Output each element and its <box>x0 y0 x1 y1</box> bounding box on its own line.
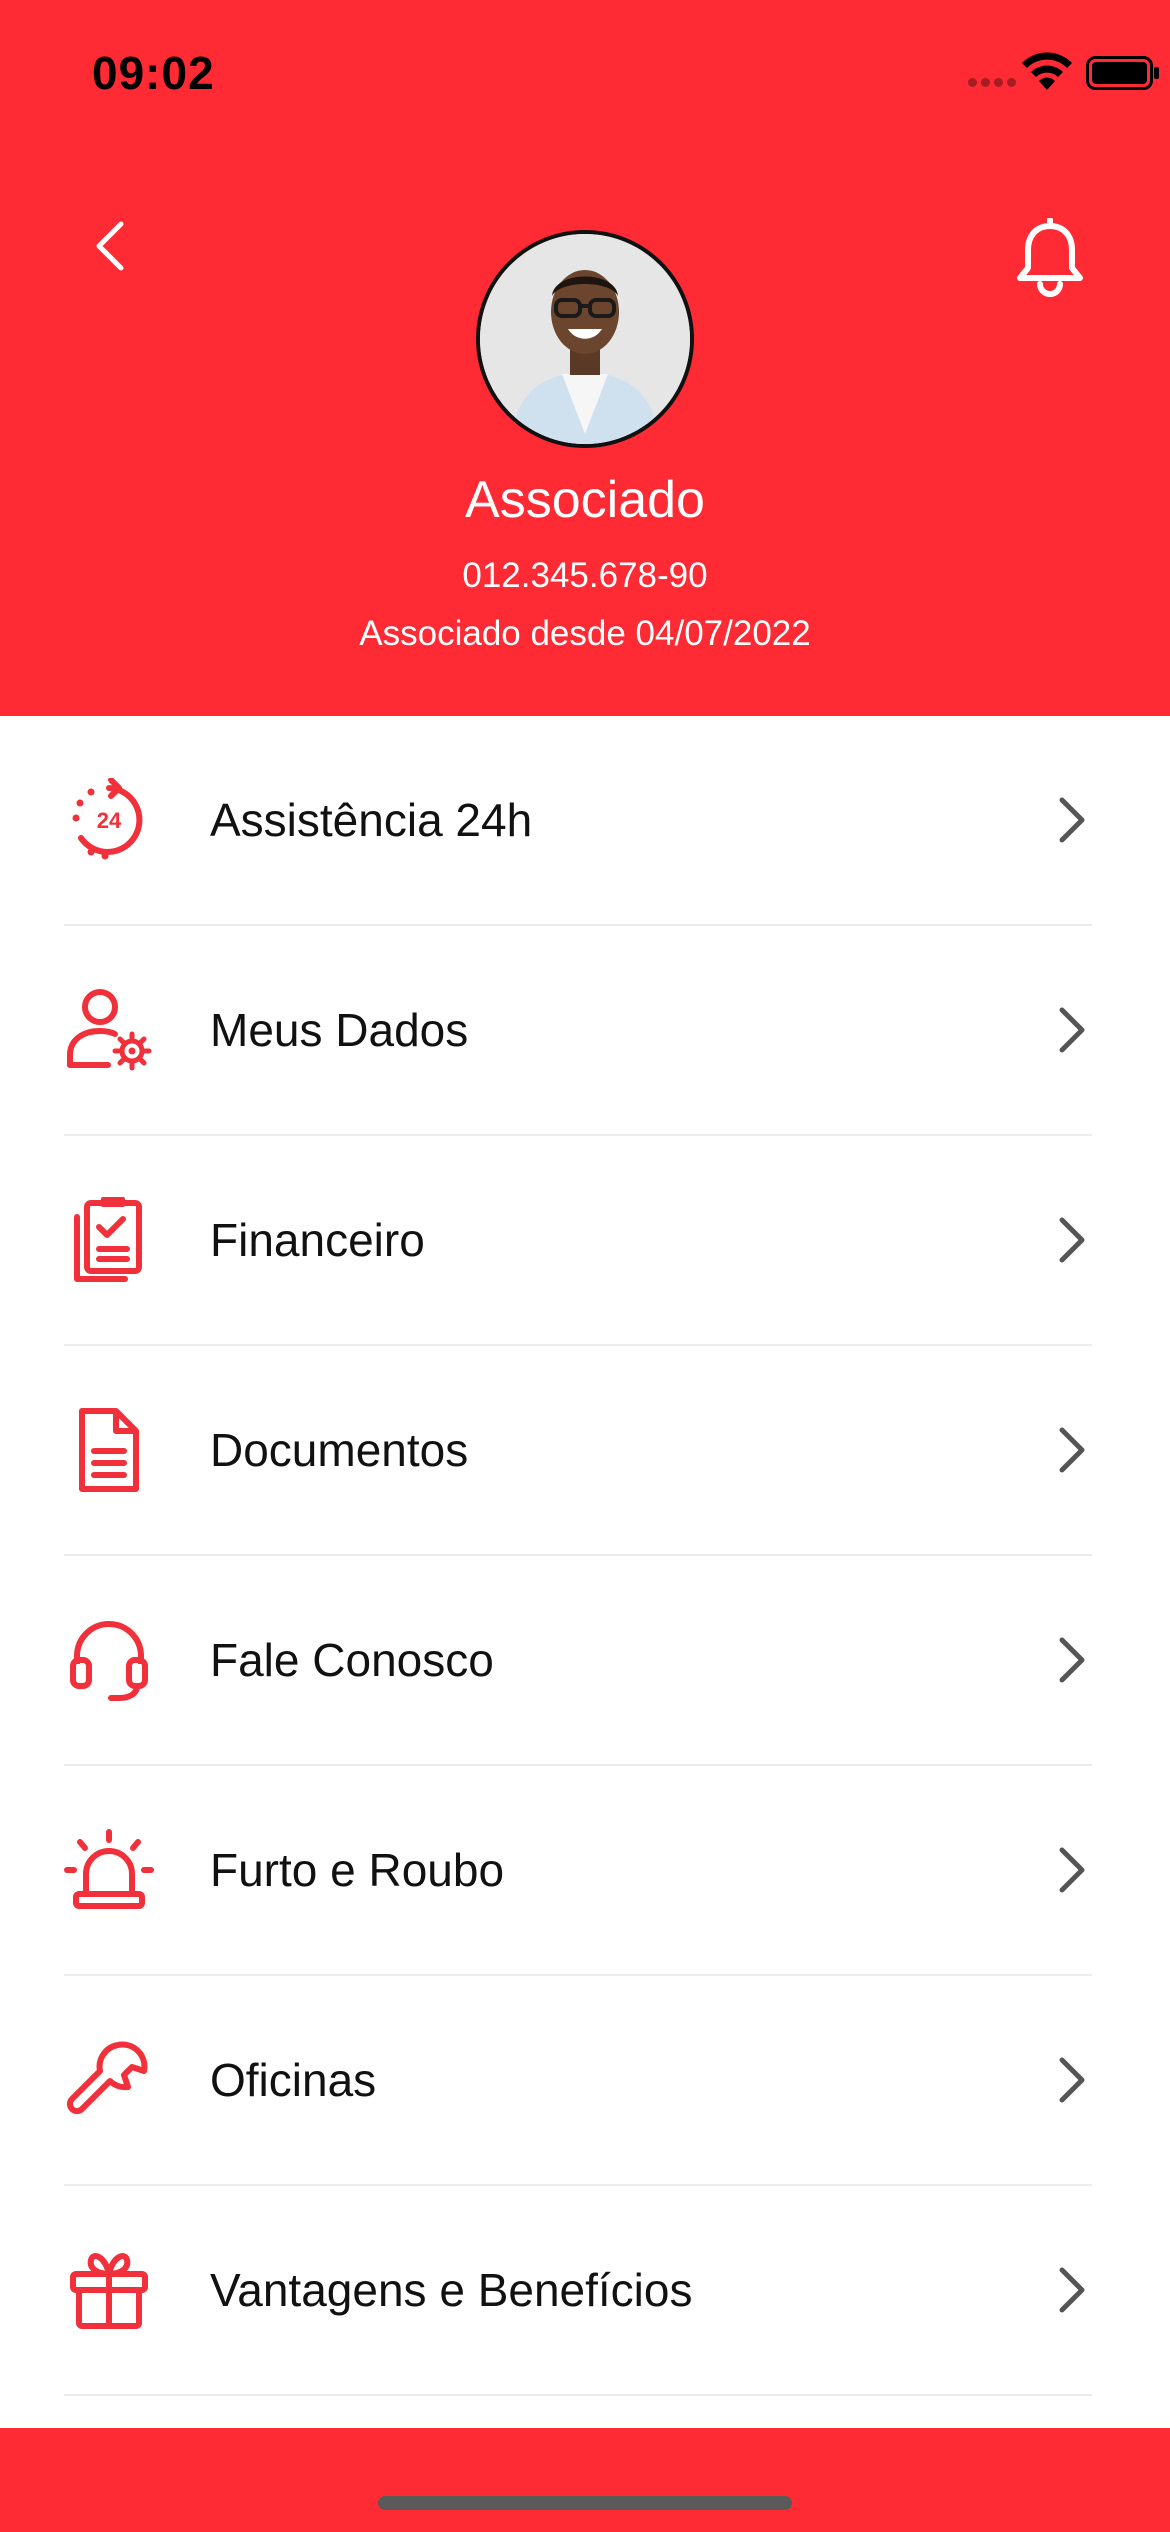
headset-icon <box>64 1615 154 1705</box>
profile-name: Associado <box>465 471 705 529</box>
chevron-right-icon <box>1052 2050 1092 2110</box>
menu-label: Documentos <box>210 1424 469 1476</box>
profile-header: 09:02 Associado 012.345.678-90 Associado… <box>0 0 1170 716</box>
chevron-right-icon <box>1052 1420 1092 1480</box>
back-button[interactable] <box>82 218 138 274</box>
chevron-right-icon <box>1052 1840 1092 1900</box>
menu-item-financeiro[interactable]: Financeiro <box>64 1136 1092 1346</box>
alarm-siren-icon <box>64 1825 154 1915</box>
24h-assistance-icon: 24 <box>64 775 154 865</box>
bell-icon <box>1017 218 1083 297</box>
menu-label: Assistência 24h <box>210 794 533 846</box>
notifications-button[interactable] <box>1012 218 1088 298</box>
menu-item-assistencia-24h[interactable]: 24 Assistência 24h <box>64 716 1092 926</box>
chevron-right-icon <box>1052 1210 1092 1270</box>
chevron-right-icon <box>1052 2260 1092 2320</box>
menu-item-furto-e-roubo[interactable]: Furto e Roubo <box>64 1766 1092 1976</box>
menu-label: Furto e Roubo <box>210 1844 505 1896</box>
menu-label: Meus Dados <box>210 1004 469 1056</box>
menu-item-oficinas[interactable]: Oficinas <box>64 1976 1092 2186</box>
profile-photo <box>480 234 690 444</box>
menu-label: Oficinas <box>210 2054 377 2106</box>
chevron-right-icon <box>1052 790 1092 850</box>
avatar <box>476 230 694 448</box>
menu-label: Fale Conosco <box>210 1634 494 1686</box>
financial-documents-icon <box>64 1195 154 1285</box>
menu-label: Financeiro <box>210 1214 425 1266</box>
battery-icon <box>1086 56 1159 90</box>
chevron-left-icon <box>96 221 124 271</box>
document-icon <box>64 1405 154 1495</box>
cellular-signal-icon <box>968 78 1018 88</box>
profile-cpf: 012.345.678-90 <box>462 556 708 595</box>
status-time: 09:02 <box>92 47 215 99</box>
wrench-icon <box>64 2035 154 2125</box>
menu-item-fale-conosco[interactable]: Fale Conosco <box>64 1556 1092 1766</box>
menu-item-vantagens-e-beneficios[interactable]: Vantagens e Benefícios <box>64 2186 1092 2396</box>
menu-item-documentos[interactable]: Documentos <box>64 1346 1092 1556</box>
chevron-right-icon <box>1052 1000 1092 1060</box>
user-settings-icon <box>64 985 154 1075</box>
gift-icon <box>64 2245 154 2335</box>
member-since: Associado desde 04/07/2022 <box>359 614 811 653</box>
menu-label: Vantagens e Benefícios <box>210 2264 693 2316</box>
wifi-icon <box>1022 52 1072 90</box>
menu-list: 24 Assistência 24h Meus Dados Financeiro… <box>0 716 1170 2396</box>
svg-text:24: 24 <box>97 808 122 833</box>
menu-item-meus-dados[interactable]: Meus Dados <box>64 926 1092 1136</box>
bottom-bar <box>0 2428 1170 2532</box>
home-indicator[interactable] <box>378 2496 792 2510</box>
chevron-right-icon <box>1052 1630 1092 1690</box>
